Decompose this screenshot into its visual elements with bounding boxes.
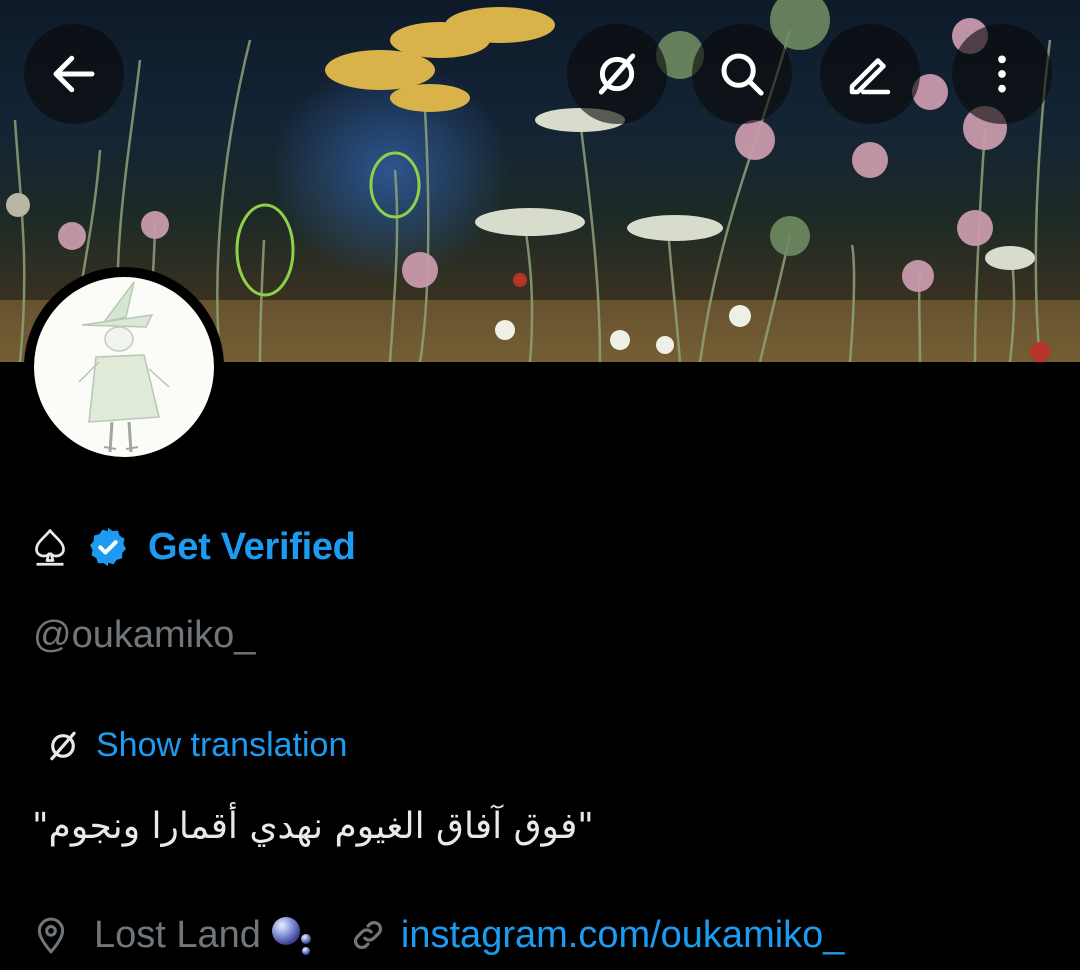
search-button[interactable] (692, 24, 792, 124)
profile-bio: "فوق آفاق الغيوم نهدي أقمارا ونجوم" (32, 806, 594, 847)
link-icon (353, 921, 382, 949)
bubbles-icon (271, 917, 311, 955)
show-translation-button[interactable]: Show translation (44, 726, 347, 765)
profile-handle: @oukamiko_ (33, 614, 256, 656)
profile-meta-row: Lost Land instagram.com/oukamiko_ (34, 908, 844, 962)
edit-button[interactable] (820, 24, 920, 124)
translate-icon (50, 731, 76, 760)
arrow-left-icon (53, 55, 95, 93)
search-icon (721, 53, 764, 96)
avatar[interactable] (24, 267, 224, 467)
show-translation-label: Show translation (96, 726, 348, 764)
get-verified-link[interactable]: Get Verified (148, 526, 356, 569)
spade-icon (35, 529, 65, 566)
location-pin-icon (37, 917, 65, 954)
translate-icon (598, 53, 636, 95)
verified-badge-icon[interactable] (86, 525, 130, 569)
display-name-row: Get Verified (32, 522, 356, 572)
more-vertical-icon (998, 55, 1006, 93)
profile-website-link[interactable]: instagram.com/oukamiko_ (401, 914, 845, 957)
more-options-button[interactable] (952, 24, 1052, 124)
edit-icon (849, 58, 891, 95)
translate-button[interactable] (567, 24, 667, 124)
profile-location: Lost Land (94, 913, 261, 956)
avatar-image (34, 277, 214, 457)
back-button[interactable] (24, 24, 124, 124)
